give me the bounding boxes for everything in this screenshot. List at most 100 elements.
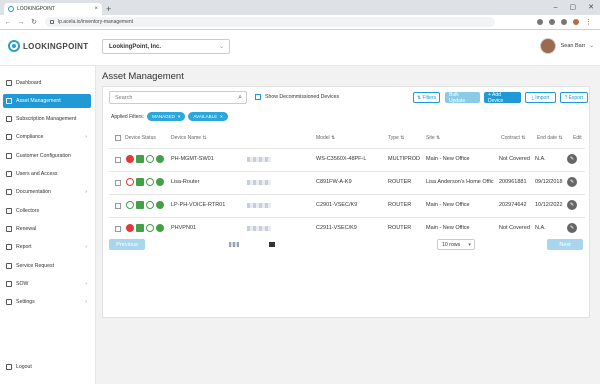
extension-icons: ⋮ [537,18,592,26]
import-label: Import [535,94,550,101]
close-icon[interactable]: × [220,114,223,119]
header-end-date[interactable]: End date ⇅ [537,135,563,141]
show-decommissioned-toggle[interactable]: Show Decommissioned Devices [255,94,339,100]
sidebar-item-settings[interactable]: Settings › [3,295,91,309]
browser-tab[interactable]: LOOKINGPOINT × [4,3,102,15]
extension-icon[interactable] [549,19,555,25]
reload-icon[interactable]: ↻ [29,18,39,26]
minimize-icon[interactable]: – [554,3,558,13]
header-type[interactable]: Type ⇅ [388,135,404,141]
sidebar-item-label: Settings [16,299,35,305]
sidebar-item-customer-configuration[interactable]: Customer Configuration [3,149,91,163]
edit-icon[interactable]: ✎ [567,177,577,187]
logo[interactable]: LOOKINGPOINT [8,40,88,52]
extension-icon[interactable] [561,19,567,25]
sidebar-item-service-request[interactable]: Service Request [3,259,91,273]
sidebar-item-label: Renewal [16,226,37,232]
device-type: ROUTER [388,225,412,231]
sidebar-item-sow[interactable]: SOW › [3,277,91,291]
row-checkbox[interactable] [115,157,121,163]
report-icon [6,244,12,250]
device-name[interactable]: PH-MGMT-SW01 [171,156,214,162]
header-device-name[interactable]: Device Name ⇅ [171,135,207,141]
import-button[interactable]: ⤓ Import [525,92,556,103]
logout-icon [6,364,12,370]
sidebar-item-report[interactable]: Report › [3,240,91,254]
header-device-status[interactable]: Device Status [125,135,156,141]
next-button[interactable]: Next [547,239,583,250]
close-window-icon[interactable]: ✕ [588,3,594,13]
sidebar-item-documentation[interactable]: Documentation › [3,185,91,199]
extension-icon[interactable] [537,19,543,25]
rows-per-page-select[interactable]: 10 rows ▾ [437,239,475,250]
status-ok-icon [126,201,134,209]
row-checkbox[interactable] [115,226,121,232]
sidebar-item-logout[interactable]: Logout [3,360,91,374]
filter-chip-available[interactable]: AVAILABLE × [188,112,228,121]
maximize-icon[interactable]: ▢ [570,3,577,13]
menu-icon[interactable]: ⋮ [585,18,592,26]
add-device-button[interactable]: + Add Device [484,92,521,104]
sidebar: Dashboard Asset Management Subscription … [0,66,96,384]
device-end-date: 10/12/2022 [535,202,563,208]
status-managed-icon [136,178,144,186]
bulk-update-button[interactable]: Bulk Update [445,92,480,104]
new-tab-button[interactable]: + [106,3,111,15]
row-checkbox[interactable] [115,203,121,209]
sidebar-item-label: Subscription Management [16,116,77,122]
user-menu[interactable]: Sean Barr ⌄ [539,38,594,54]
edit-icon[interactable]: ✎ [567,223,577,233]
back-icon[interactable]: ← [3,19,13,26]
filter-chip-managed[interactable]: MANAGED × [147,112,186,121]
sidebar-item-dashboard[interactable]: Dashboard [3,76,91,90]
sidebar-item-subscription-management[interactable]: Subscription Management [3,112,91,126]
status-link-icon [156,224,164,232]
table-row[interactable]: PHVPN01 C2911-VSEC/K9 ROUTER Main - New … [109,218,585,240]
sidebar-item-asset-management[interactable]: Asset Management [3,94,91,108]
table-row[interactable]: PH-MGMT-SW01 WS-C3560X-48PF-L MULTIPROD … [109,149,585,171]
header-contract[interactable]: Contract ⇅ [501,135,525,141]
device-name[interactable]: LP-PH-VOICE-RTR01 [171,202,225,208]
forward-icon[interactable]: → [16,19,26,26]
device-name[interactable]: PHVPN01 [171,225,196,231]
import-icon: ⤓ [531,94,534,101]
chevron-right-icon: › [85,281,87,287]
search-input[interactable]: Search ⌕ [109,91,247,104]
device-name[interactable]: Lisa-Router [171,179,199,185]
url-input[interactable]: lp.acela.io/inventory-management [45,17,495,27]
status-link-icon [156,178,164,186]
profile-icon[interactable] [573,19,579,25]
main-content: Asset Management Search ⌕ Show Decommiss… [96,66,600,384]
edit-icon[interactable]: ✎ [567,200,577,210]
sidebar-item-collectors[interactable]: Collectors [3,204,91,218]
chevron-down-icon: ⌄ [589,43,594,49]
header-site[interactable]: Site ⇅ [426,135,440,141]
users-icon [6,171,12,177]
select-all-checkbox[interactable] [115,135,121,141]
edit-icon[interactable]: ✎ [567,154,577,164]
show-decommissioned-checkbox[interactable] [255,94,261,100]
header-model[interactable]: Model ⇅ [316,135,335,141]
page-title: Asset Management [102,71,184,82]
browser-chrome: LOOKINGPOINT × + – ▢ ✕ ← → ↻ lp.acela.io… [0,0,600,30]
filters-button[interactable]: ⇅ Filters [413,92,440,103]
company-name: LookingPoint, Inc. [109,44,161,50]
device-type: ROUTER [388,179,412,185]
company-select[interactable]: LookingPoint, Inc. ⌄ [102,39,230,54]
sidebar-item-users-and-access[interactable]: Users and Access [3,167,91,181]
row-checkbox[interactable] [115,180,121,186]
close-icon[interactable]: × [178,114,181,119]
sidebar-item-compliance[interactable]: Compliance › [3,130,91,144]
previous-button[interactable]: Previous [109,239,145,250]
device-model: C891FW-A-K9 [316,179,352,185]
table-row[interactable]: Lisa-Router C891FW-A-K9 ROUTER Lisa Ande… [109,172,585,194]
close-tab-icon[interactable]: × [94,6,98,12]
device-site: Main - New Office [426,225,470,231]
tab-title: LOOKINGPOINT [17,6,56,12]
export-button[interactable]: ⤒ Export [560,92,588,103]
sidebar-item-renewal[interactable]: Renewal [3,222,91,236]
table-row[interactable]: LP-PH-VOICE-RTR01 C2901-VSEC/K9 ROUTER M… [109,195,585,217]
config-icon [6,153,12,159]
status-link-icon [156,155,164,163]
window-controls: – ▢ ✕ [554,3,594,13]
